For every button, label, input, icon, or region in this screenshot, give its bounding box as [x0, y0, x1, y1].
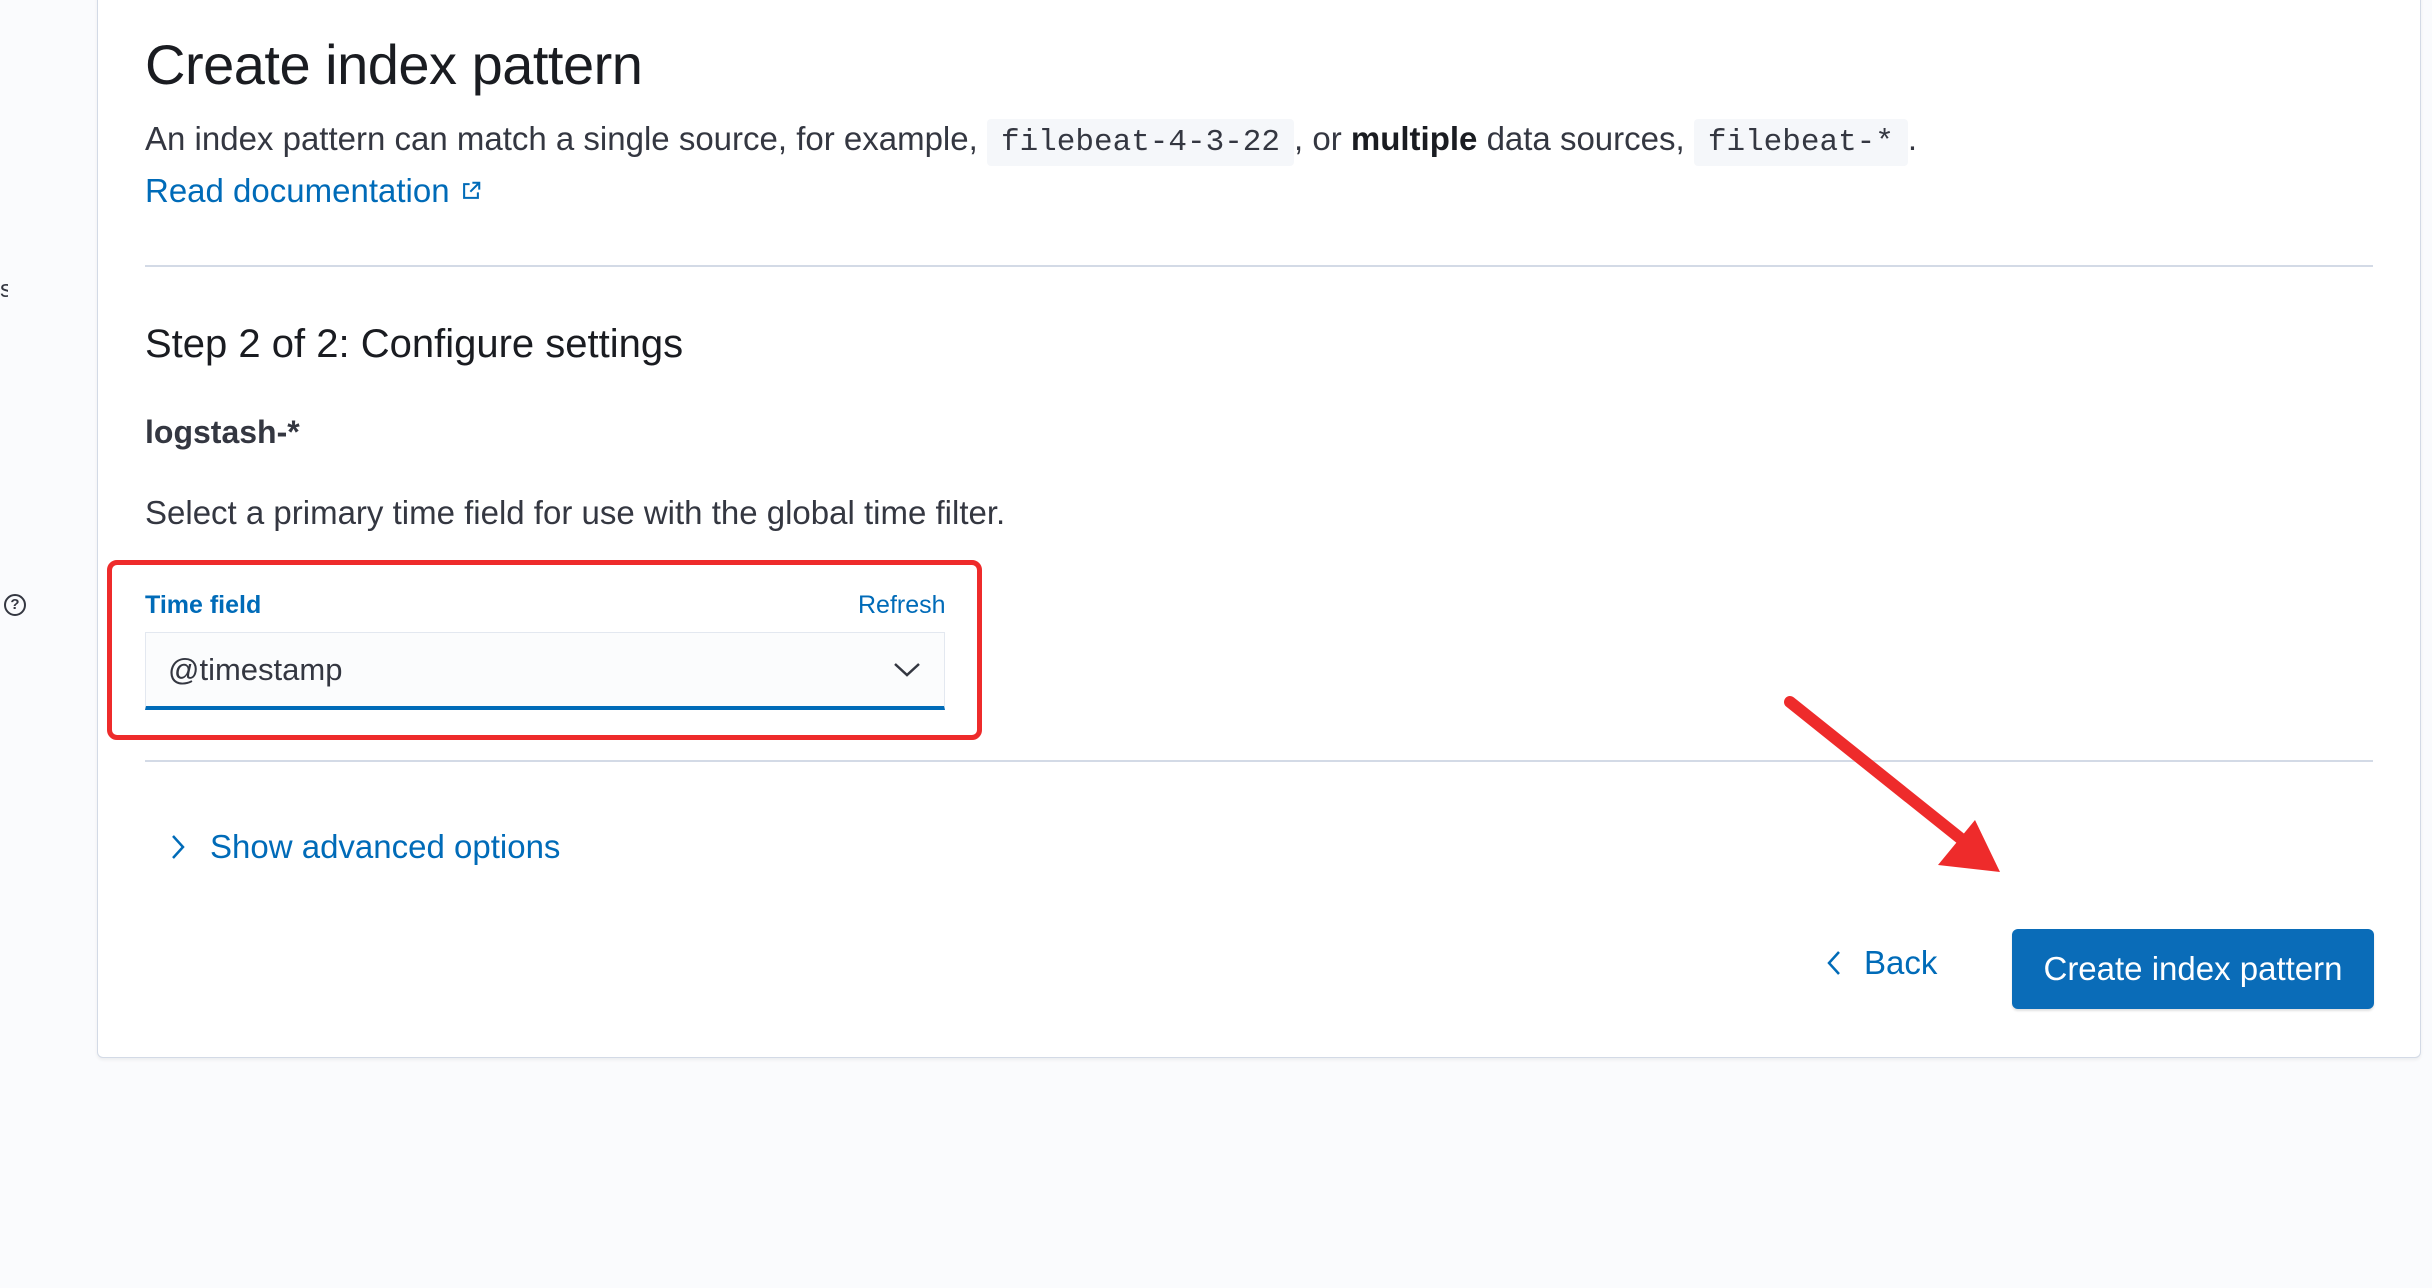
doc-link-label: Read documentation — [145, 172, 450, 209]
help-icon[interactable]: ? — [4, 594, 26, 616]
intro-text-part1: An index pattern can match a single sour… — [145, 120, 978, 157]
intro-text: An index pattern can match a single sour… — [145, 119, 1918, 166]
read-documentation-link[interactable]: Read documentation — [145, 172, 482, 210]
time-field-selected-value: @timestamp — [168, 651, 343, 687]
intro-emphasis: multiple — [1350, 120, 1478, 157]
back-button[interactable]: Back — [1826, 944, 1937, 982]
red-arrow-annotation — [1784, 696, 2000, 872]
step-title: Step 2 of 2: Configure settings — [145, 322, 684, 366]
back-label: Back — [1864, 944, 1938, 981]
create-index-pattern-button[interactable]: Create index pattern — [2012, 929, 2374, 1009]
intro-text-part4: . — [1907, 120, 1918, 157]
example-multiple-code: filebeat-* — [1693, 119, 1908, 166]
chevron-right-icon — [172, 835, 185, 859]
page-title: Create index pattern — [145, 33, 643, 96]
refresh-link[interactable]: Refresh — [858, 591, 946, 620]
section-divider-bottom — [145, 760, 2373, 762]
show-advanced-options-toggle[interactable]: Show advanced options — [170, 828, 560, 866]
time-field-description: Select a primary time field for use with… — [145, 494, 1006, 531]
sidebar-fragment-text: s — [0, 276, 8, 303]
example-single-code: filebeat-4-3-22 — [986, 119, 1295, 166]
section-divider-top — [145, 265, 2373, 267]
external-link-icon — [462, 181, 480, 199]
time-field-label: Time field — [145, 591, 262, 619]
sidebar-edge: s ? — [0, 0, 30, 1288]
intro-text-part3: data sources, — [1486, 120, 1685, 157]
index-pattern-name: logstash-* — [145, 414, 300, 450]
intro-text-part2: , or — [1294, 120, 1342, 157]
chevron-down-icon — [894, 662, 920, 677]
time-field-select[interactable]: @timestamp — [145, 632, 945, 710]
chevron-left-icon — [1827, 951, 1840, 975]
advanced-options-label: Show advanced options — [210, 828, 561, 865]
